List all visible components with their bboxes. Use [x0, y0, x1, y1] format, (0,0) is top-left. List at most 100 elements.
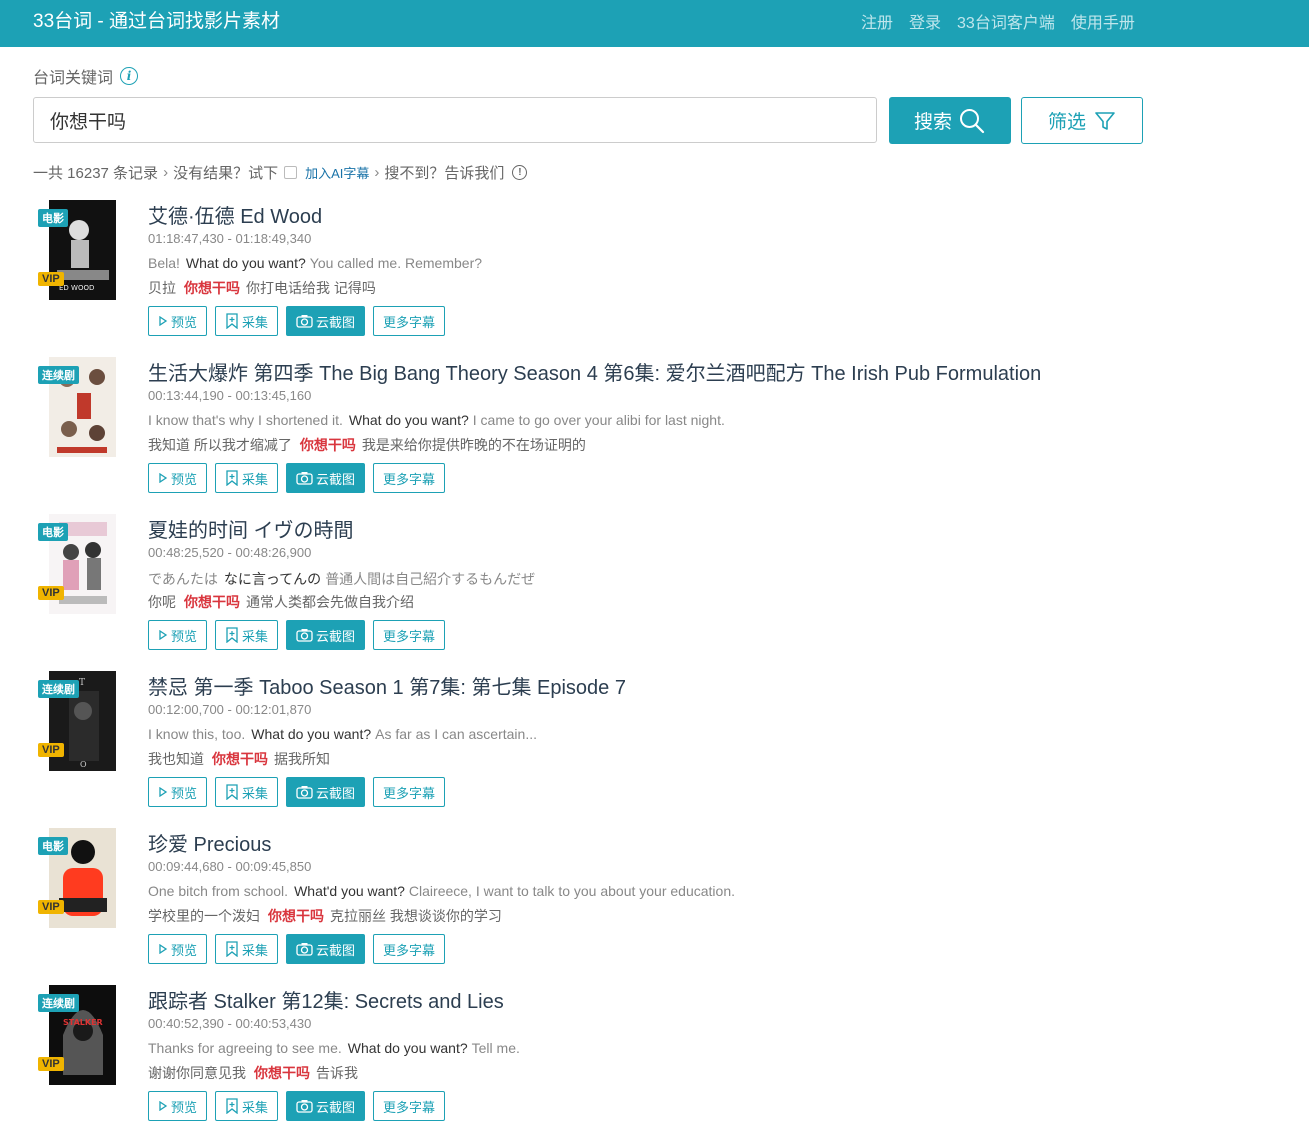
cloud-screenshot-button[interactable]: 云截图 [286, 463, 366, 493]
subtitle-before: 你呢 [148, 594, 176, 610]
nav-manual[interactable]: 使用手册 [1071, 9, 1135, 33]
camera-icon [296, 1100, 313, 1113]
play-icon [159, 473, 168, 483]
subtitle-original: であんたは なに言ってんの 普通人間は自己紹介するもんだぜ [148, 569, 535, 589]
collect-label: 采集 [242, 785, 269, 801]
play-icon [159, 944, 168, 954]
keyword-label-row: 台词关键词 i [33, 64, 139, 88]
subtitle-original: I know that's why I shortened it. What do… [148, 412, 725, 428]
type-badge: 连续剧 [38, 366, 79, 384]
play-icon [159, 316, 168, 326]
result-actions: 预览 采集 云截图 更多字幕 [148, 934, 446, 964]
cloud-screenshot-button[interactable]: 云截图 [286, 934, 366, 964]
cloud-screenshot-button[interactable]: 云截图 [286, 306, 366, 336]
subtitle-hit: What do you want? [251, 726, 372, 742]
subtitle-hit: 你想干吗 [184, 280, 240, 296]
result-item: T O 连续剧 VIP 禁忌 第一季 Taboo Season 1 第7集: 第七集 E… [33, 671, 1273, 821]
more-subtitles-button[interactable]: 更多字幕 [373, 463, 446, 493]
result-timecode: 00:40:52,390 - 00:40:53,430 [148, 1016, 312, 1031]
search-button[interactable]: 搜索 [889, 97, 1011, 144]
cloud-screenshot-button[interactable]: 云截图 [286, 777, 366, 807]
ai-subtitle-link[interactable]: 加入AI字幕 [305, 163, 369, 182]
result-actions: 预览 采集 云截图 更多字幕 [148, 620, 446, 650]
cloud-screenshot-button[interactable]: 云截图 [286, 1091, 366, 1121]
keyword-label: 台词关键词 [33, 70, 114, 87]
filter-icon [1095, 111, 1115, 130]
more-subtitles-button[interactable]: 更多字幕 [373, 620, 446, 650]
result-item: STALKER 连续剧 VIP 跟踪者 Stalker 第12集: Secrets a… [33, 985, 1273, 1135]
camera-icon [296, 315, 313, 328]
subtitle-hit: What do you want? [185, 255, 306, 271]
subtitle-after: As far as I can ascertain... [375, 726, 537, 742]
svg-text:ED WOOD: ED WOOD [59, 284, 94, 292]
collect-button[interactable]: 采集 [215, 934, 279, 964]
result-summary: 一共 16237 条记录 › 没有结果？试下 加入AI字幕 › 搜不到？告诉我们… [33, 162, 528, 183]
filter-button[interactable]: 筛选 [1021, 97, 1143, 144]
collect-button[interactable]: 采集 [215, 306, 279, 336]
no-result-hint: 没有结果？试下 [173, 165, 279, 182]
more-subtitles-button[interactable]: 更多字幕 [373, 777, 446, 807]
preview-button[interactable]: 预览 [148, 1091, 208, 1121]
subtitle-before: であんたは [148, 571, 218, 587]
subtitle-hit: 你想干吗 [268, 908, 324, 924]
nav-register[interactable]: 注册 [861, 9, 893, 33]
bookmark-add-icon [226, 784, 238, 800]
preview-label: 预览 [171, 471, 198, 487]
result-actions: 预览 采集 云截图 更多字幕 [148, 463, 446, 493]
subtitle-before: 学校里的一个泼妇 [148, 908, 260, 924]
preview-button[interactable]: 预览 [148, 306, 208, 336]
result-title[interactable]: 生活大爆炸 第四季 The Big Bang Theory Season 4 第… [148, 357, 1041, 386]
preview-button[interactable]: 预览 [148, 777, 208, 807]
result-actions: 预览 采集 云截图 更多字幕 [148, 777, 446, 807]
chevron-right-icon: › [163, 164, 169, 181]
vip-badge: VIP [38, 272, 64, 286]
preview-button[interactable]: 预览 [148, 620, 208, 650]
cloud-screenshot-button[interactable]: 云截图 [286, 620, 366, 650]
result-title[interactable]: 禁忌 第一季 Taboo Season 1 第7集: 第七集 Episode 7 [148, 671, 626, 700]
bookmark-add-icon [226, 313, 238, 329]
nav-client[interactable]: 33台词客户端 [957, 9, 1055, 33]
cloud-screenshot-label: 云截图 [316, 942, 356, 958]
preview-button[interactable]: 预览 [148, 463, 208, 493]
ai-subtitle-checkbox[interactable] [284, 166, 298, 179]
cloud-screenshot-label: 云截图 [316, 628, 356, 644]
subtitle-original: Thanks for agreeing to see me. What do yo… [148, 1040, 520, 1056]
subtitle-after: 据我所知 [274, 751, 330, 767]
subtitle-hit: 你想干吗 [184, 594, 240, 610]
type-badge: 电影 [38, 209, 68, 227]
subtitle-after: 通常人类都会先做自我介绍 [246, 594, 414, 610]
subtitle-after: 普通人間は自己紹介するもんだぜ [325, 571, 536, 587]
preview-label: 预览 [171, 314, 198, 330]
site-title[interactable]: 33台词 - 通过台词找影片素材 [33, 6, 280, 33]
result-title[interactable]: 夏娃的时间 イヴの時間 [148, 514, 354, 543]
collect-button[interactable]: 采集 [215, 620, 279, 650]
collect-button[interactable]: 采集 [215, 463, 279, 493]
subtitle-before: Bela! [148, 255, 180, 271]
collect-button[interactable]: 采集 [215, 1091, 279, 1121]
collect-button[interactable]: 采集 [215, 777, 279, 807]
more-subtitles-button[interactable]: 更多字幕 [373, 1091, 446, 1121]
info-icon[interactable]: i [120, 67, 139, 85]
subtitle-hit: What do you want? [347, 1040, 468, 1056]
feedback-link[interactable]: 搜不到？告诉我们 [384, 162, 504, 183]
result-title[interactable]: 珍爱 Precious [148, 828, 271, 857]
subtitle-before: 我也知道 [148, 751, 204, 767]
play-icon [159, 1101, 168, 1111]
result-title[interactable]: 艾德·伍德 Ed Wood [148, 200, 322, 229]
preview-label: 预览 [171, 785, 198, 801]
subtitle-after: 你打电话给我 记得吗 [246, 280, 376, 296]
more-subtitles-button[interactable]: 更多字幕 [373, 306, 446, 336]
search-input[interactable] [33, 97, 877, 143]
result-title[interactable]: 跟踪者 Stalker 第12集: Secrets and Lies [148, 985, 504, 1014]
exclamation-icon[interactable]: ! [512, 165, 528, 180]
nav-login[interactable]: 登录 [909, 9, 941, 33]
subtitle-after: Tell me. [471, 1040, 520, 1056]
svg-text:STALKER: STALKER [63, 1018, 103, 1027]
subtitle-original: Bela! What do you want? You called me. Rem… [148, 255, 482, 271]
svg-text:T: T [79, 678, 85, 688]
preview-label: 预览 [171, 942, 198, 958]
cloud-screenshot-label: 云截图 [316, 471, 356, 487]
preview-button[interactable]: 预览 [148, 934, 208, 964]
more-subtitles-button[interactable]: 更多字幕 [373, 934, 446, 964]
subtitle-after: 克拉丽丝 我想谈谈你的学习 [330, 908, 502, 924]
